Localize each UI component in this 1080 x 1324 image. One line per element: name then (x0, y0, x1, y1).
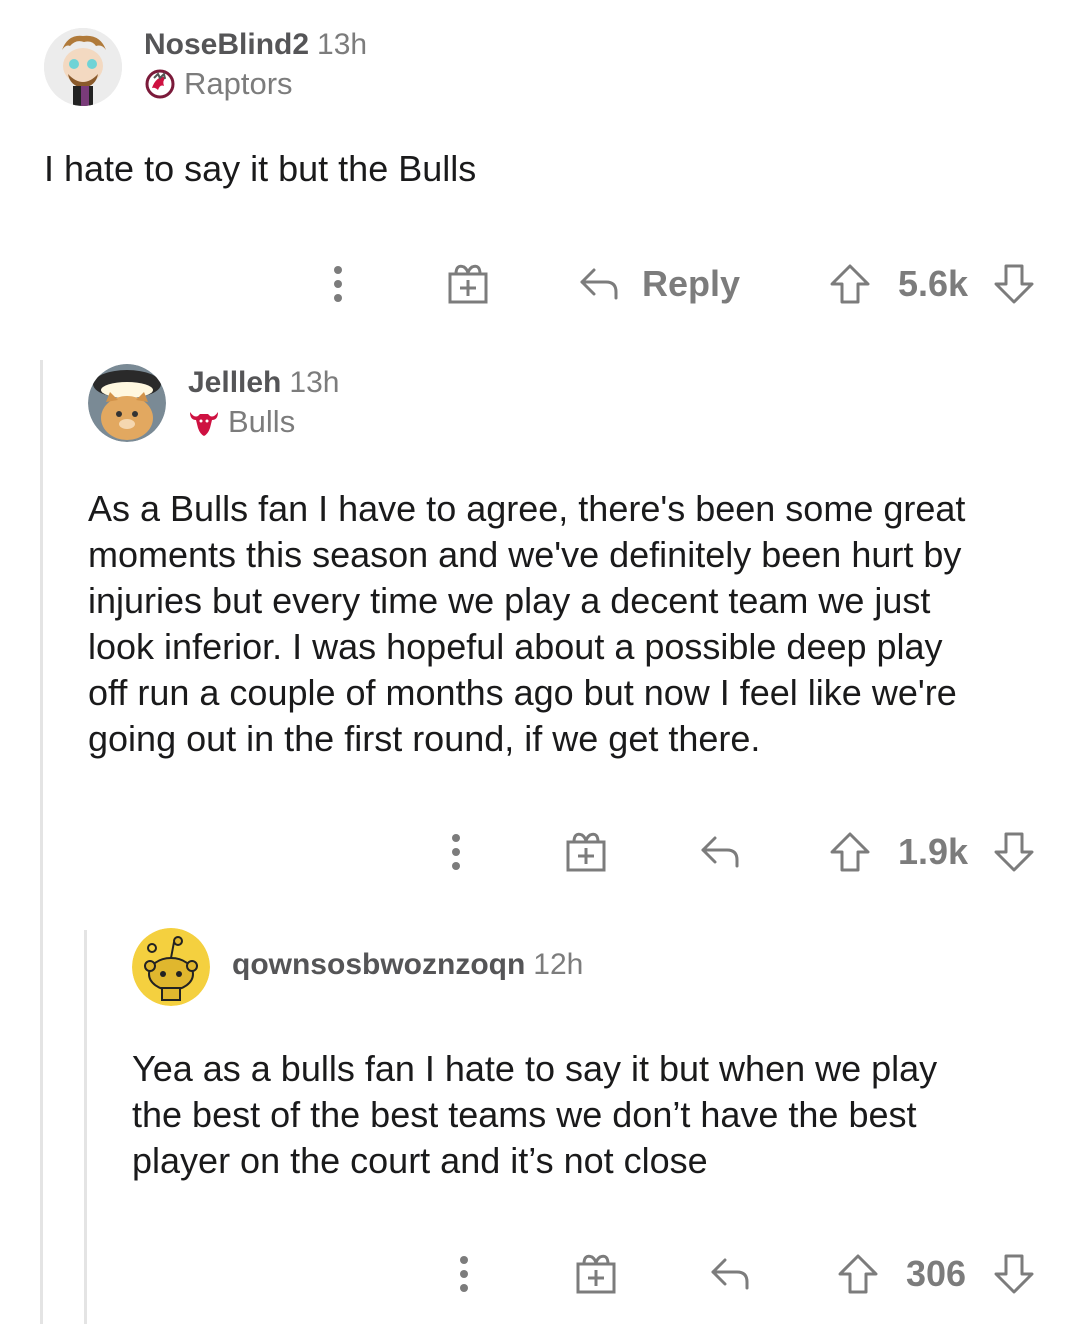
comment-meta: NoseBlind2 13h (144, 28, 367, 62)
more-options-button[interactable] (318, 254, 358, 314)
body-line: going out in the first round, if we get … (88, 718, 761, 759)
avatar[interactable] (132, 928, 210, 1006)
comment-1: NoseBlind2 13h Raptors I hate to say it b… (0, 0, 1080, 330)
comment-actions: Reply 5.6k (0, 254, 1080, 314)
award-button[interactable] (440, 254, 496, 314)
downvote-button[interactable] (990, 254, 1038, 314)
comment-actions: 1.9k (0, 822, 1080, 882)
comment-body: Yea as a bulls fan I hate to say it but … (132, 1046, 1062, 1184)
upvote-arrow-icon (830, 832, 870, 872)
user-avatar-icon (44, 28, 122, 106)
avatar[interactable] (88, 364, 166, 442)
reply-arrow-icon (711, 1258, 749, 1290)
flair-text: Bulls (228, 404, 296, 439)
vote-score: 1.9k (897, 831, 969, 872)
downvote-arrow-icon (994, 1254, 1034, 1294)
more-options-button[interactable] (444, 1244, 484, 1304)
downvote-arrow-icon (994, 264, 1034, 304)
body-line: look inferior. I was hopeful about a pos… (88, 626, 943, 667)
comment-meta: qownsosbwoznzoqn 12h (232, 948, 583, 982)
cat-avatar-icon (88, 364, 166, 442)
upvote-arrow-icon (830, 264, 870, 304)
reply-arrow-icon (701, 836, 739, 868)
vote-score: 306 (905, 1253, 967, 1294)
body-line: injuries but every time we play a decent… (88, 580, 931, 621)
reply-button[interactable] (692, 822, 748, 882)
gift-icon (448, 264, 488, 304)
comment-actions: 306 (0, 1244, 1080, 1304)
timestamp: 12h (533, 948, 584, 981)
award-button[interactable] (568, 1244, 624, 1304)
timestamp: 13h (317, 28, 368, 61)
flair-text: Raptors (184, 66, 293, 101)
username[interactable]: qownsosbwoznzoqn (232, 948, 525, 981)
body-line: off run a couple of months ago but now I… (88, 672, 957, 713)
downvote-button[interactable] (990, 1244, 1038, 1304)
more-vertical-icon (452, 834, 460, 870)
bulls-logo-icon (190, 412, 218, 436)
reply-button[interactable]: Reply (576, 254, 746, 314)
reply-label: Reply (642, 263, 741, 304)
comment-meta: Jellleh 13h (188, 366, 339, 400)
user-flair: Bulls (188, 404, 295, 440)
username[interactable]: Jellleh (188, 366, 281, 399)
comment-body: As a Bulls fan I have to agree, there's … (88, 486, 1058, 762)
upvote-button[interactable] (834, 1244, 882, 1304)
gift-icon (576, 1254, 616, 1294)
raptors-logo-icon (145, 69, 175, 99)
award-button[interactable] (558, 822, 614, 882)
reply-button[interactable] (702, 1244, 758, 1304)
username[interactable]: NoseBlind2 (144, 28, 309, 61)
body-line: Yea as a bulls fan I hate to say it but … (132, 1048, 938, 1089)
vote-score: 5.6k (897, 263, 969, 304)
reply-arrow-icon (580, 268, 618, 300)
upvote-button[interactable] (826, 822, 874, 882)
avatar[interactable] (44, 28, 122, 106)
snoo-avatar-icon (132, 928, 210, 1006)
body-line: moments this season and we've definitely… (88, 534, 962, 575)
user-flair: Raptors (144, 66, 293, 102)
downvote-button[interactable] (990, 822, 1038, 882)
body-line: player on the court and it’s not close (132, 1140, 708, 1181)
body-line: As a Bulls fan I have to agree, there's … (88, 488, 966, 529)
body-line: the best of the best teams we don’t have… (132, 1094, 917, 1135)
downvote-arrow-icon (994, 832, 1034, 872)
comment-body: I hate to say it but the Bulls (44, 148, 477, 189)
more-options-button[interactable] (436, 822, 476, 882)
upvote-arrow-icon (838, 1254, 878, 1294)
more-vertical-icon (334, 266, 342, 302)
gift-icon (566, 832, 606, 872)
timestamp: 13h (289, 366, 340, 399)
upvote-button[interactable] (826, 254, 874, 314)
more-vertical-icon (460, 1256, 468, 1292)
